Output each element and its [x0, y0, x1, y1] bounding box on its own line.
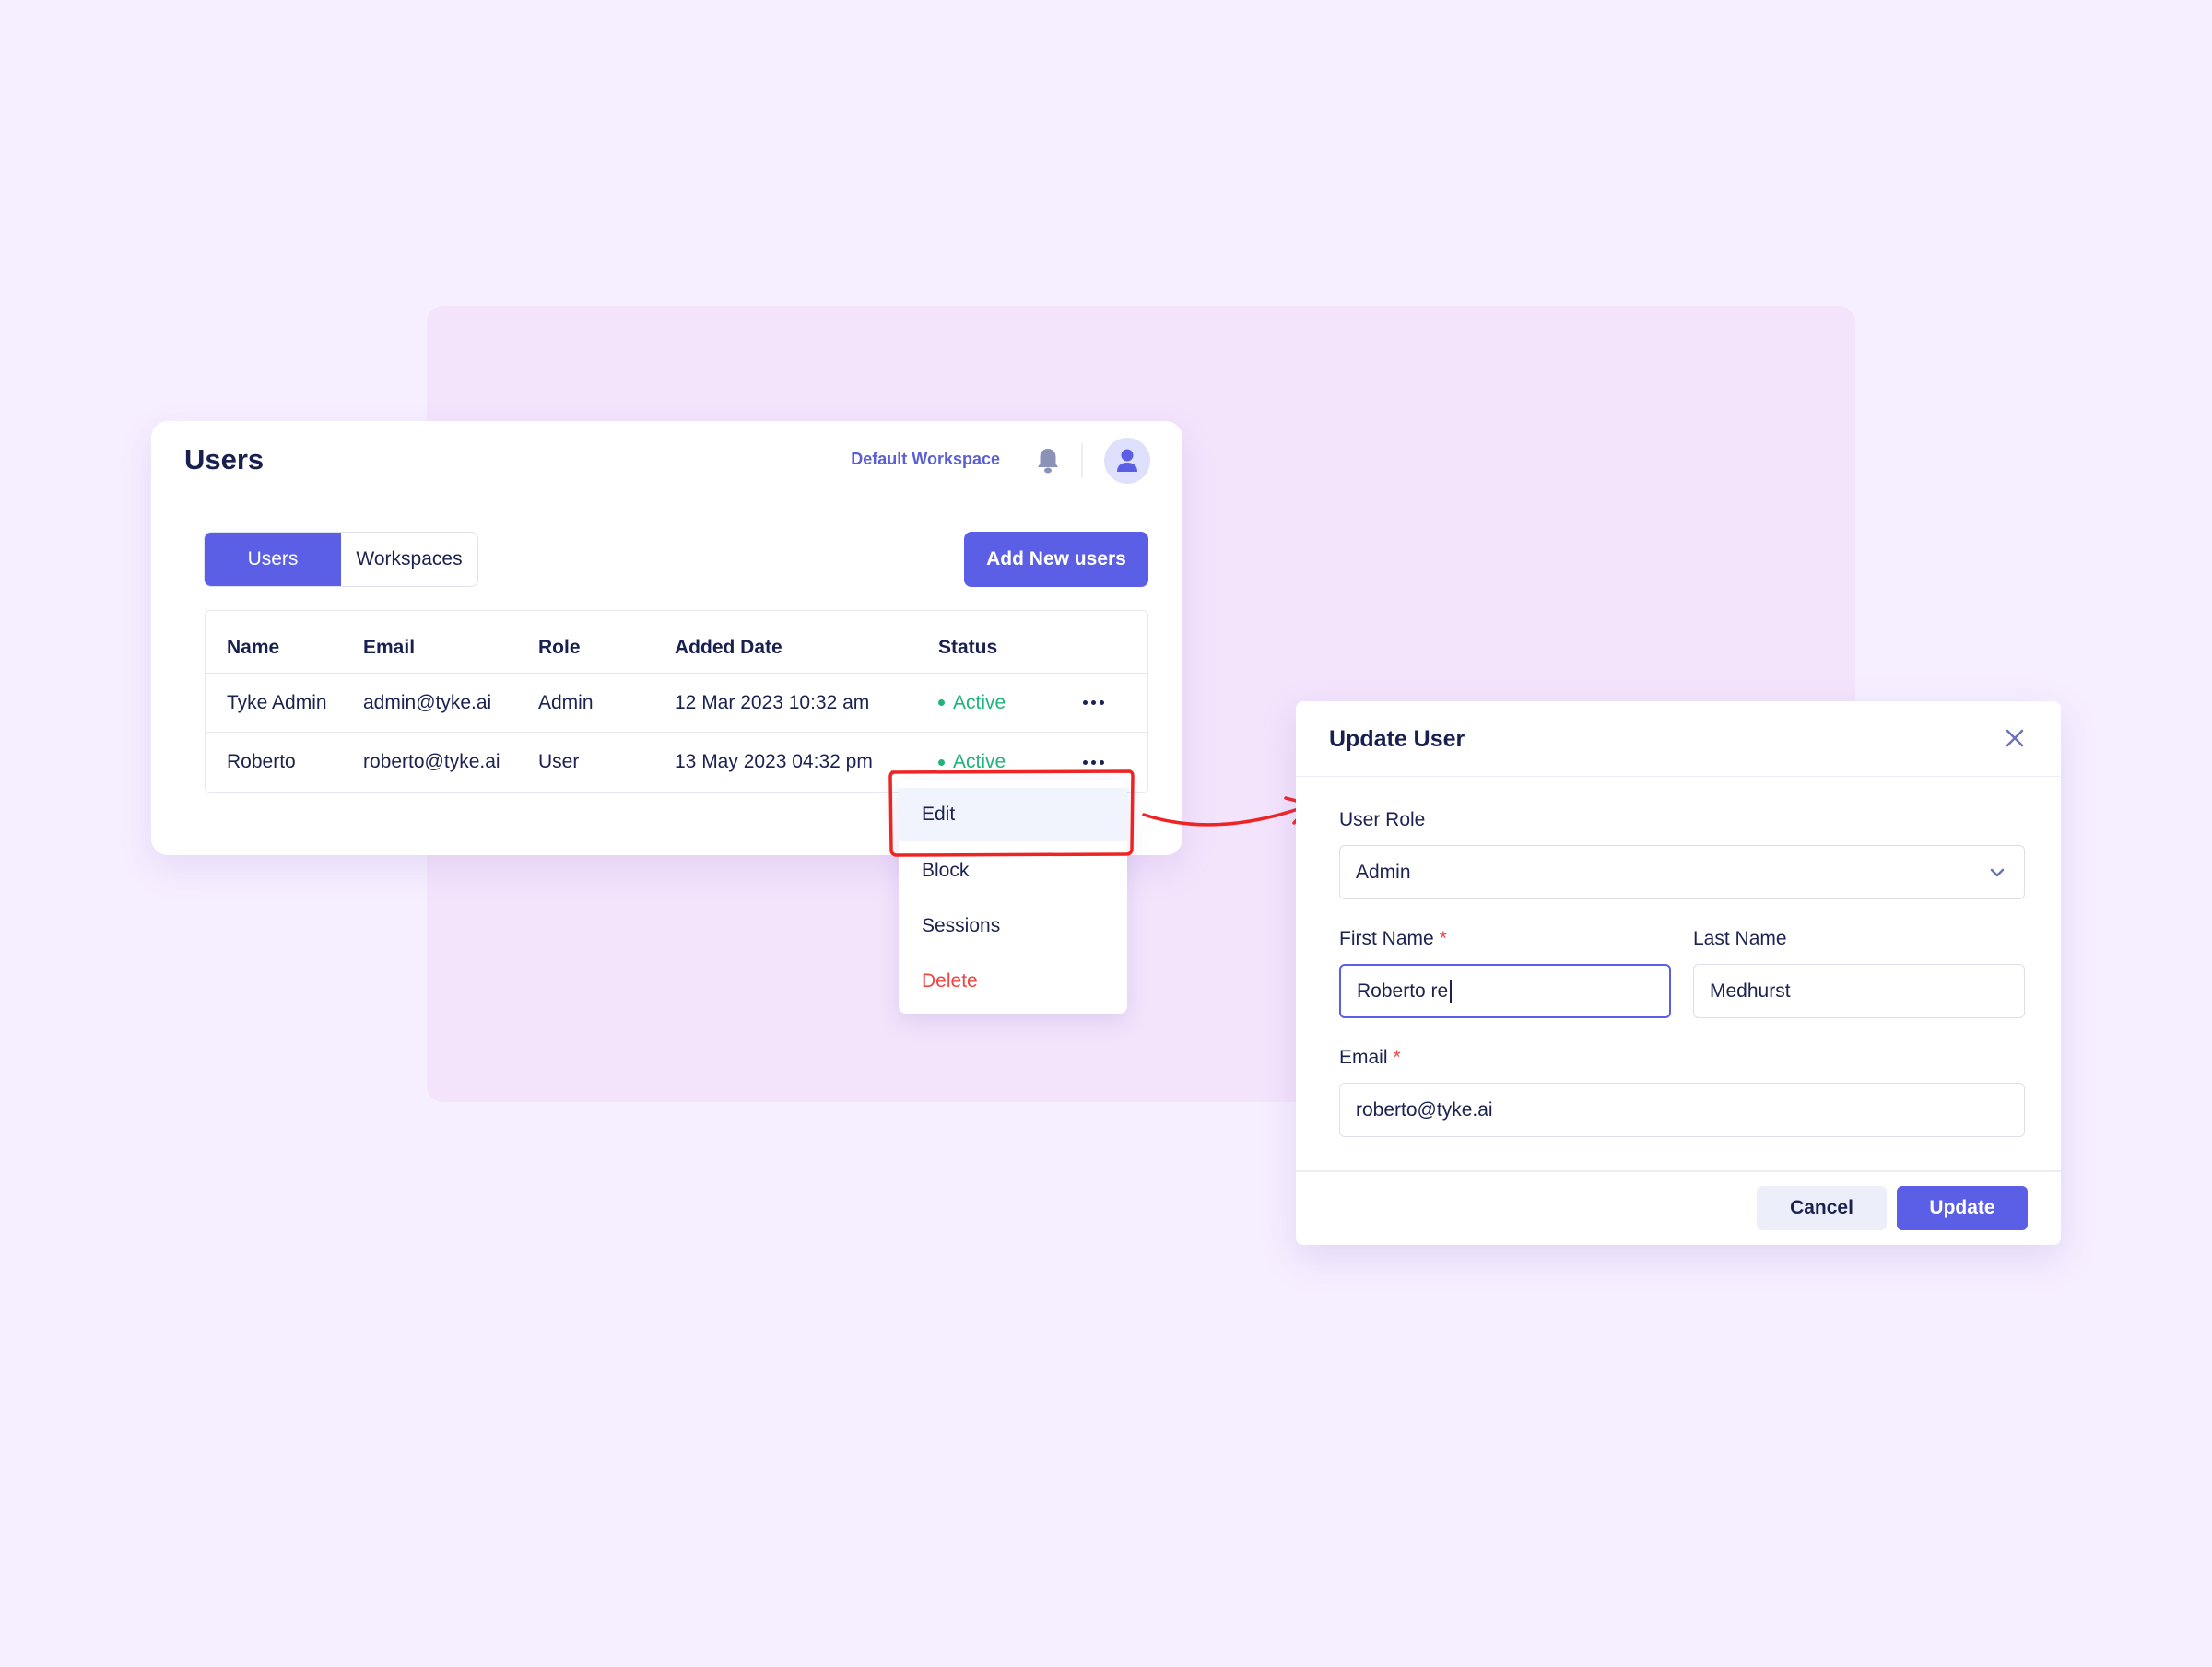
workspace-selector[interactable]: Default Workspace [851, 450, 1000, 469]
cell-role: Admin [538, 691, 594, 713]
bell-icon[interactable] [1031, 444, 1065, 477]
cell-added-date: 12 Mar 2023 10:32 am [675, 691, 870, 713]
first-name-label-text: First Name [1339, 928, 1434, 949]
users-table: Name Email Role Added Date Status Tyke A… [205, 610, 1148, 793]
email-value: roberto@tyke.ai [1356, 1098, 1493, 1121]
last-name-label: Last Name [1693, 928, 1787, 949]
last-name-value: Medhurst [1710, 980, 1791, 1002]
first-name-value: Roberto re [1357, 980, 1449, 1002]
status-dot-icon [938, 758, 945, 766]
row-actions-menu: Edit Block Sessions Delete [899, 780, 1127, 1014]
row-actions-button[interactable] [1083, 674, 1104, 732]
table-row: Tyke Admin admin@tyke.ai Admin 12 Mar 20… [206, 674, 1147, 733]
page-title: Users [184, 443, 265, 475]
add-new-users-button[interactable]: Add New users [964, 532, 1148, 587]
column-header-status: Status [938, 636, 998, 658]
menu-item-delete[interactable]: Delete [899, 955, 1127, 1008]
user-role-value: Admin [1356, 861, 1411, 883]
status-label: Active [953, 691, 1006, 713]
required-marker: * [1393, 1047, 1401, 1068]
cell-email: admin@tyke.ai [363, 691, 492, 713]
menu-item-edit[interactable]: Edit [899, 788, 1127, 841]
column-header-role: Role [538, 636, 581, 658]
status-badge: Active [938, 674, 1006, 732]
header-divider [1081, 443, 1083, 478]
card-header: Users Default Workspace [151, 421, 1182, 499]
column-header-added-date: Added Date [675, 636, 782, 658]
close-icon[interactable] [2002, 725, 2028, 751]
user-avatar-icon[interactable] [1104, 438, 1150, 484]
cell-name: Tyke Admin [227, 691, 327, 713]
update-user-modal: Update User User Role Admin First Name * … [1296, 701, 2061, 1245]
tab-group: Users Workspaces [204, 532, 478, 587]
chevron-down-icon [1990, 868, 2005, 877]
first-name-input[interactable]: Roberto re [1339, 964, 1671, 1018]
modal-title: Update User [1329, 726, 1465, 752]
email-label-text: Email [1339, 1047, 1388, 1068]
cell-added-date: 13 May 2023 04:32 pm [675, 751, 873, 772]
status-dot-icon [938, 699, 945, 706]
more-horizontal-icon [1083, 700, 1104, 705]
cell-email: roberto@tyke.ai [363, 751, 500, 772]
email-input[interactable]: roberto@tyke.ai [1339, 1083, 2025, 1137]
status-label: Active [953, 751, 1006, 772]
user-role-label: User Role [1339, 809, 1426, 830]
cancel-button[interactable]: Cancel [1757, 1186, 1887, 1230]
text-cursor [1450, 980, 1452, 1003]
tab-workspaces[interactable]: Workspaces [341, 533, 477, 586]
cell-role: User [538, 751, 580, 772]
last-name-input[interactable]: Medhurst [1693, 964, 2025, 1018]
modal-footer-divider [1296, 1170, 2061, 1172]
email-label: Email * [1339, 1047, 1401, 1069]
more-horizontal-icon [1083, 759, 1104, 765]
first-name-label: First Name * [1339, 928, 1447, 950]
column-header-name: Name [227, 636, 280, 658]
required-marker: * [1439, 928, 1447, 949]
user-role-select[interactable]: Admin [1339, 845, 2025, 899]
cell-name: Roberto [227, 751, 296, 772]
update-button[interactable]: Update [1897, 1186, 2028, 1230]
modal-header: Update User [1296, 701, 2061, 777]
menu-item-block[interactable]: Block [899, 844, 1127, 898]
menu-item-sessions[interactable]: Sessions [899, 899, 1127, 953]
column-header-email: Email [363, 636, 416, 658]
tab-users[interactable]: Users [205, 533, 341, 586]
table-header-row: Name Email Role Added Date Status [206, 611, 1147, 674]
